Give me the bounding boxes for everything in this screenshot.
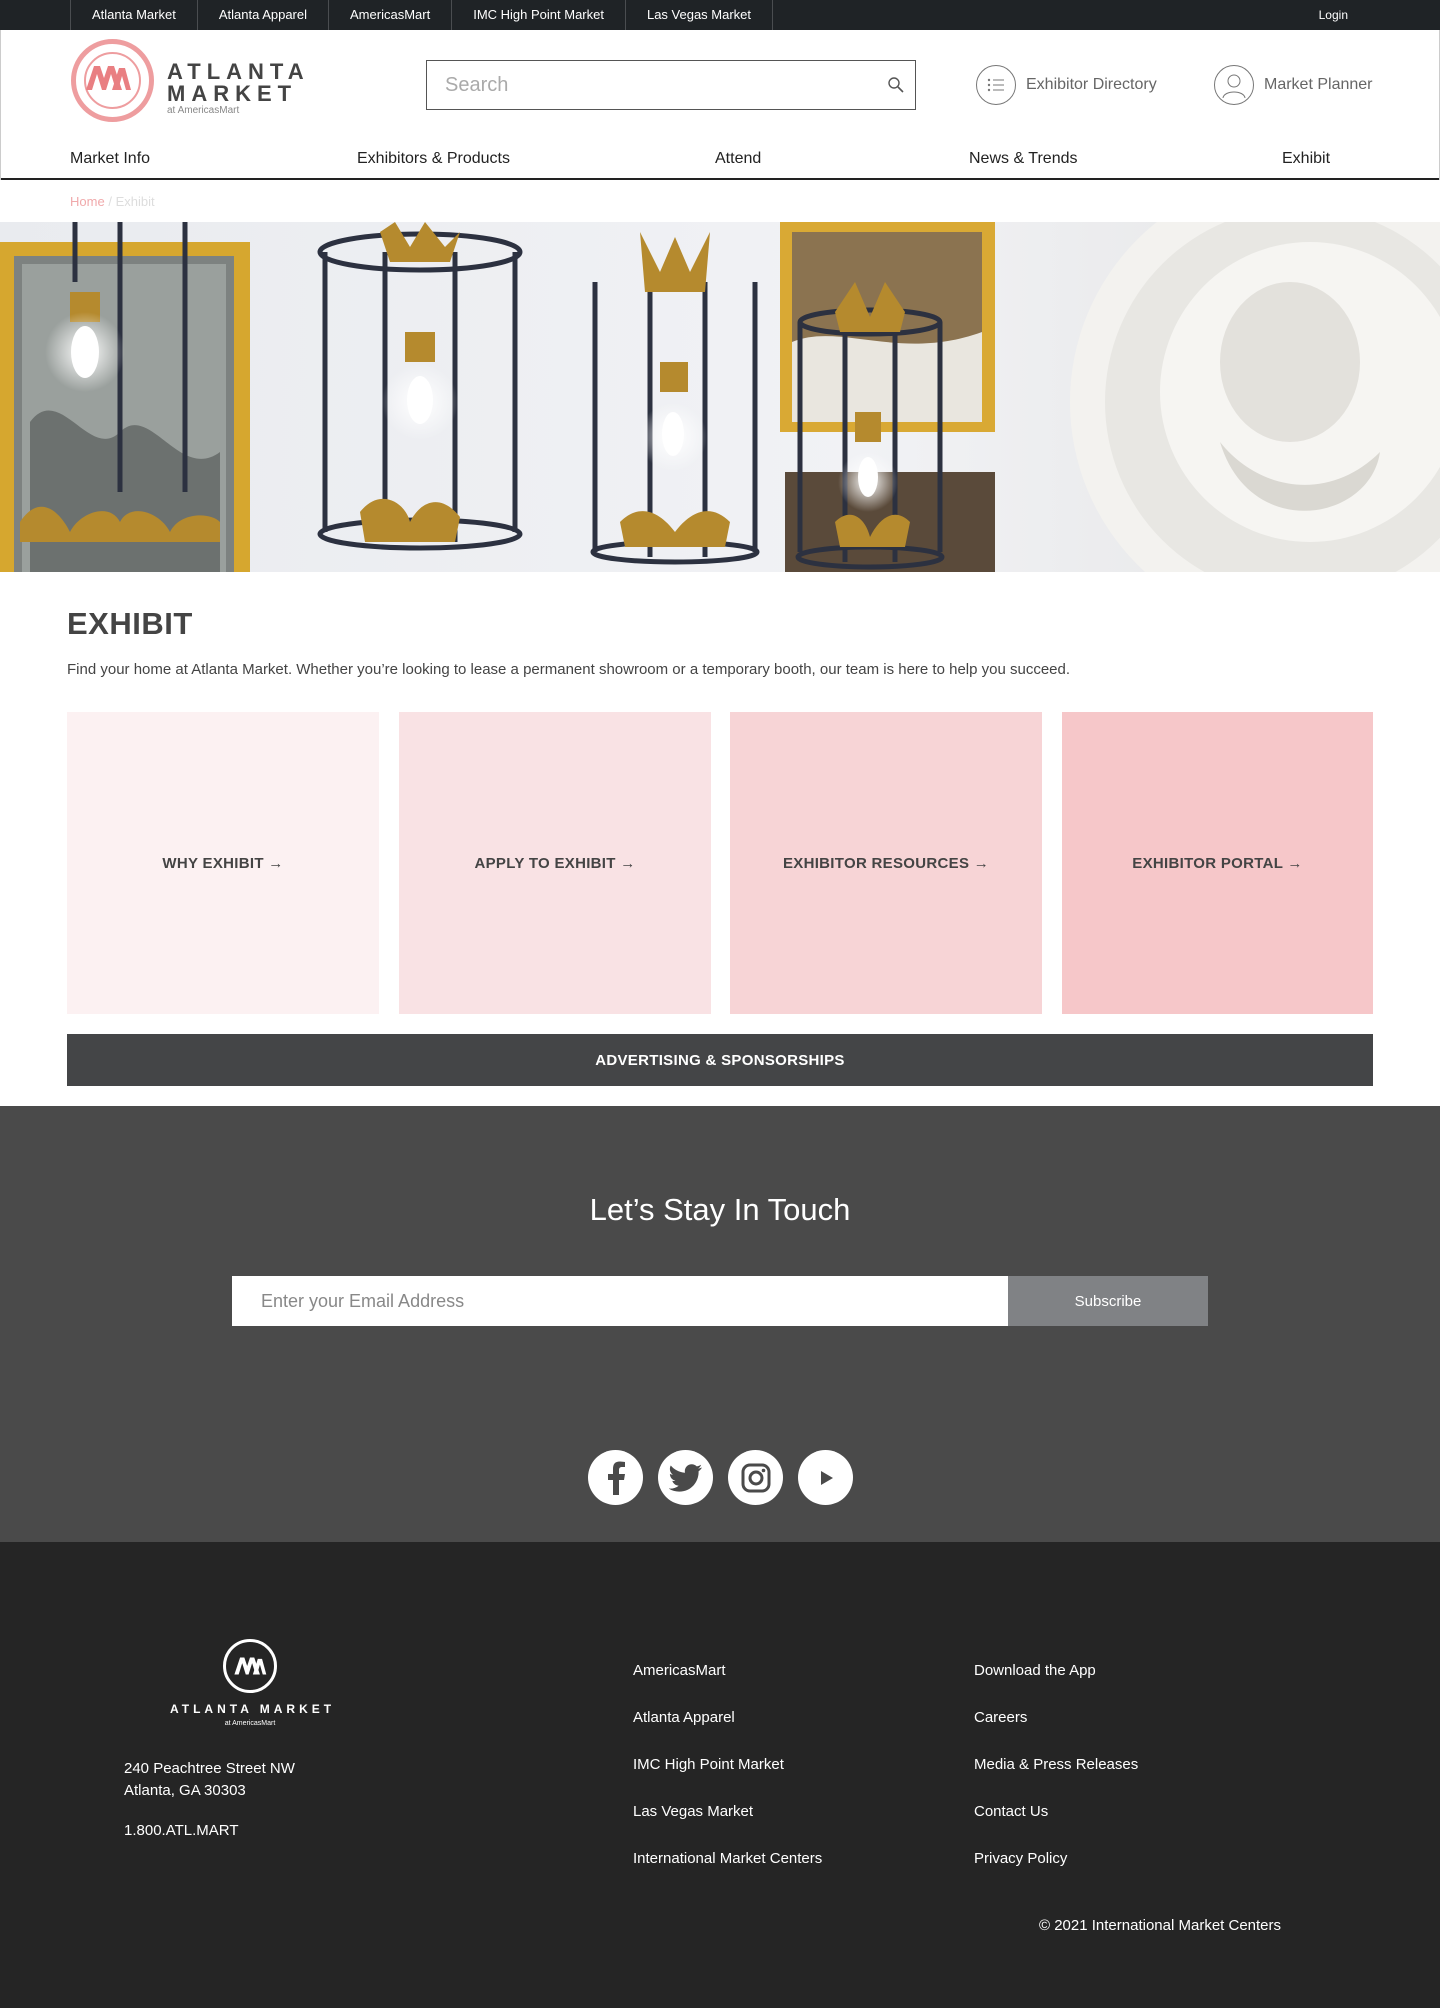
footer-link-media-press[interactable]: Media & Press Releases [974, 1756, 1138, 1773]
breadcrumb-separator: / [108, 194, 112, 209]
tile-label: APPLY TO EXHIBIT → [474, 854, 636, 872]
footer-link-atlanta-apparel[interactable]: Atlanta Apparel [633, 1709, 735, 1726]
nav-attend[interactable]: Attend [715, 150, 761, 168]
site-link-americasmart[interactable]: AmericasMart [329, 0, 453, 30]
footer-logo-tagline: at AmericasMart [224, 1720, 276, 1727]
exhibit-tiles: WHY EXHIBIT → APPLY TO EXHIBIT → EXHIBIT… [67, 712, 1373, 1014]
footer-link-privacy-policy[interactable]: Privacy Policy [974, 1850, 1067, 1867]
search-input[interactable] [427, 61, 867, 109]
footer-logo[interactable]: ATLANTA MARKET at AmericasMart [170, 1639, 336, 1734]
site-link-atlanta-apparel[interactable]: Atlanta Apparel [198, 0, 330, 30]
email-field[interactable] [232, 1276, 1008, 1326]
page-title: EXHIBIT [67, 606, 193, 641]
breadcrumb-home[interactable]: Home [70, 194, 105, 209]
advertising-sponsorships-button[interactable]: ADVERTISING & SPONSORSHIPS [67, 1034, 1373, 1086]
tile-apply-to-exhibit[interactable]: APPLY TO EXHIBIT → [399, 712, 711, 1014]
site-header: ATLANTA MARKET at AmericasMart Exhibitor… [0, 30, 1440, 180]
footer-link-download-app[interactable]: Download the App [974, 1662, 1096, 1679]
newsletter-section: Let’s Stay In Touch Subscribe [0, 1106, 1440, 1542]
nav-exhibit[interactable]: Exhibit [1282, 150, 1330, 168]
footer-link-americasmart[interactable]: AmericasMart [633, 1662, 726, 1679]
footer-links-markets: AmericasMart Atlanta Apparel IMC High Po… [633, 1662, 822, 1897]
user-icon [1214, 65, 1254, 105]
youtube-icon[interactable] [798, 1450, 853, 1505]
am-monogram-icon [234, 1657, 267, 1675]
main-nav: Market Info Exhibitors & Products Attend… [1, 142, 1439, 180]
market-planner-label: Market Planner [1264, 76, 1373, 93]
am-monogram-icon [86, 66, 131, 90]
tile-why-exhibit[interactable]: WHY EXHIBIT → [67, 712, 379, 1014]
nav-exhibitors-products[interactable]: Exhibitors & Products [357, 150, 510, 168]
tile-label: EXHIBITOR RESOURCES → [782, 854, 990, 872]
tile-exhibitor-resources[interactable]: EXHIBITOR RESOURCES → [730, 712, 1042, 1014]
breadcrumb: Home / Exhibit [70, 194, 155, 209]
nav-news-trends[interactable]: News & Trends [969, 150, 1077, 168]
list-icon [976, 65, 1016, 105]
twitter-icon[interactable] [658, 1450, 713, 1505]
subscribe-button[interactable]: Subscribe [1008, 1276, 1208, 1326]
footer-link-las-vegas-market[interactable]: Las Vegas Market [633, 1803, 753, 1820]
footer-link-international-market-centers[interactable]: International Market Centers [633, 1850, 822, 1867]
social-links [588, 1450, 853, 1506]
logo-wordmark-line2: MARKET [167, 81, 298, 106]
site-link-atlanta-market[interactable]: Atlanta Market [71, 0, 198, 30]
login-link[interactable]: Login [1319, 0, 1348, 30]
facebook-icon[interactable] [588, 1450, 643, 1505]
intro-text: Find your home at Atlanta Market. Whethe… [67, 661, 1071, 678]
nav-market-info[interactable]: Market Info [70, 150, 150, 168]
tile-label: EXHIBITOR PORTAL → [1132, 854, 1303, 872]
market-sites-nav: Atlanta Market Atlanta Apparel AmericasM… [70, 0, 774, 30]
footer-link-contact-us[interactable]: Contact Us [974, 1803, 1048, 1820]
market-planner-link[interactable]: Market Planner [1214, 63, 1373, 107]
site-link-imc-high-point[interactable]: IMC High Point Market [452, 0, 626, 30]
top-utility-bar: Atlanta Market Atlanta Apparel AmericasM… [0, 0, 1440, 30]
footer-phone[interactable]: 1.800.ATL.MART [124, 1822, 239, 1839]
search-icon[interactable] [887, 76, 905, 94]
hero-image [0, 222, 1440, 572]
atlanta-market-logo[interactable]: ATLANTA MARKET at AmericasMart [71, 39, 304, 125]
instagram-icon[interactable] [728, 1450, 783, 1505]
exhibitor-directory-link[interactable]: Exhibitor Directory [976, 63, 1157, 107]
newsletter-heading: Let’s Stay In Touch [589, 1192, 851, 1227]
footer-link-imc-high-point[interactable]: IMC High Point Market [633, 1756, 784, 1773]
footer-address: 240 Peachtree Street NW Atlanta, GA 3030… [124, 1758, 295, 1802]
footer-link-careers[interactable]: Careers [974, 1709, 1027, 1726]
copyright: © 2021 International Market Centers [1039, 1917, 1282, 1934]
tile-exhibitor-portal[interactable]: EXHIBITOR PORTAL → [1062, 712, 1373, 1014]
exhibitor-directory-label: Exhibitor Directory [1026, 76, 1157, 93]
logo-tagline: at AmericasMart [167, 105, 240, 116]
footer-logo-wordmark: ATLANTA MARKET [170, 1702, 336, 1716]
footer-links-company: Download the App Careers Media & Press R… [974, 1662, 1138, 1897]
address-line2: Atlanta, GA 30303 [124, 1782, 246, 1799]
site-link-las-vegas-market[interactable]: Las Vegas Market [626, 0, 774, 30]
address-line1: 240 Peachtree Street NW [124, 1760, 295, 1777]
breadcrumb-current: Exhibit [115, 194, 155, 209]
tile-label: WHY EXHIBIT → [162, 854, 284, 872]
search-box [426, 60, 916, 110]
site-footer: ATLANTA MARKET at AmericasMart 240 Peach… [0, 1542, 1440, 2008]
